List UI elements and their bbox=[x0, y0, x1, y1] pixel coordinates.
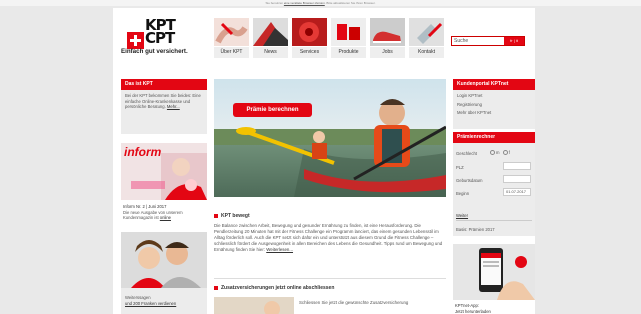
article2-title: Zusatzversicherungen jetzt online abschl… bbox=[214, 285, 334, 291]
news-image-icon bbox=[253, 18, 288, 46]
inform-magazine-image[interactable]: inform bbox=[121, 143, 207, 200]
portal-register-link[interactable]: Registrierung bbox=[457, 101, 531, 110]
about-more-link[interactable]: Mehr... bbox=[167, 104, 180, 109]
nav-tile-kontakt[interactable]: Kontakt bbox=[409, 18, 444, 58]
promo-link[interactable]: und 200 Franken verdienen bbox=[125, 301, 176, 306]
article2-photo bbox=[214, 297, 294, 314]
divider bbox=[456, 220, 532, 221]
plz-input[interactable] bbox=[503, 162, 531, 170]
portal-login-link[interactable]: Login KPTnet bbox=[457, 92, 531, 101]
hands-image-icon bbox=[214, 18, 249, 46]
nav-tile-produkte[interactable]: Produkte bbox=[331, 18, 366, 58]
premium-calculator: Prämienrechner Geschlecht m f PLZ Geburt… bbox=[453, 132, 535, 236]
logo-tagline: Einfach gut versichert. bbox=[121, 48, 188, 55]
start-date-input[interactable]: 01.07.2017 bbox=[503, 188, 531, 196]
article2-body: Schliessen Sie jetzt die gewünschte Zusa… bbox=[299, 300, 409, 305]
nav-tile-jobs[interactable]: Jobs bbox=[370, 18, 405, 58]
calculator-title: Prämienrechner bbox=[453, 132, 535, 143]
gender-m-radio[interactable] bbox=[490, 150, 495, 156]
browser-notice: Sie benutzen eine veraltete Browser-Vers… bbox=[0, 0, 641, 6]
calculator-next-link[interactable]: Weiter bbox=[456, 213, 468, 218]
app-download-link[interactable]: Jetzt herunterladen bbox=[455, 309, 491, 314]
hero-kayak-photo bbox=[214, 79, 446, 197]
inform-title: inform bbox=[124, 145, 162, 159]
nav-tile-news[interactable]: News bbox=[253, 18, 288, 58]
article-body: Die Balance zwischen Arbeit, Bewegung un… bbox=[214, 223, 443, 252]
calculator-basis-note: Basis: Prämien 2017 bbox=[456, 227, 495, 232]
inform-online-link[interactable]: online bbox=[160, 215, 171, 220]
portal-box: Kundenportal KPTnet Login KPTnet Registr… bbox=[453, 79, 535, 129]
birthdate-input[interactable] bbox=[503, 175, 531, 183]
language-switch[interactable]: fr | it bbox=[504, 37, 524, 45]
search-input[interactable]: Suche bbox=[454, 38, 468, 44]
article-title: KPT bewegt bbox=[214, 213, 250, 219]
smartphone-photo bbox=[453, 244, 535, 300]
page-container: KPT CPT Einfach gut versichert. Über KPT… bbox=[113, 8, 535, 314]
contact-image-icon bbox=[409, 18, 444, 46]
article-read-more-link[interactable]: Weiterlesen... bbox=[266, 247, 293, 252]
swiss-cross-icon bbox=[127, 32, 144, 49]
promo-box[interactable]: Weiterssagen und 200 Franken verdienen bbox=[121, 232, 207, 314]
shoes-image-icon bbox=[370, 18, 405, 46]
nav-tile-ueber-kpt[interactable]: Über KPT bbox=[214, 18, 249, 58]
calculate-premium-button[interactable]: Prämie berechnen bbox=[233, 103, 312, 117]
kpt-logo[interactable]: KPT CPT Einfach gut versichert. bbox=[121, 18, 199, 56]
about-box: Das ist KPT Bei der KPT bekommen Sie bei… bbox=[121, 79, 207, 134]
app-promo-box[interactable] bbox=[453, 244, 535, 300]
gender-f-radio[interactable] bbox=[502, 150, 508, 156]
about-title: Das ist KPT bbox=[121, 79, 207, 90]
search-box[interactable]: Suche fr | it bbox=[451, 36, 525, 46]
main-nav: Über KPT News Services Produkte Jobs Kon… bbox=[214, 18, 444, 58]
couple-photo bbox=[121, 232, 207, 288]
flower-image-icon bbox=[292, 18, 327, 46]
divider bbox=[214, 278, 446, 279]
gender-radio-group: m f bbox=[490, 150, 510, 156]
nav-tile-services[interactable]: Services bbox=[292, 18, 327, 58]
hero-banner[interactable]: Prämie berechnen bbox=[214, 79, 446, 197]
portal-more-link[interactable]: Mehr über KPTnet bbox=[457, 109, 531, 118]
products-image-icon bbox=[331, 18, 366, 46]
portal-title: Kundenportal KPTnet bbox=[453, 79, 535, 90]
browser-update-link[interactable]: eine veraltete Browser-Version bbox=[284, 1, 325, 5]
